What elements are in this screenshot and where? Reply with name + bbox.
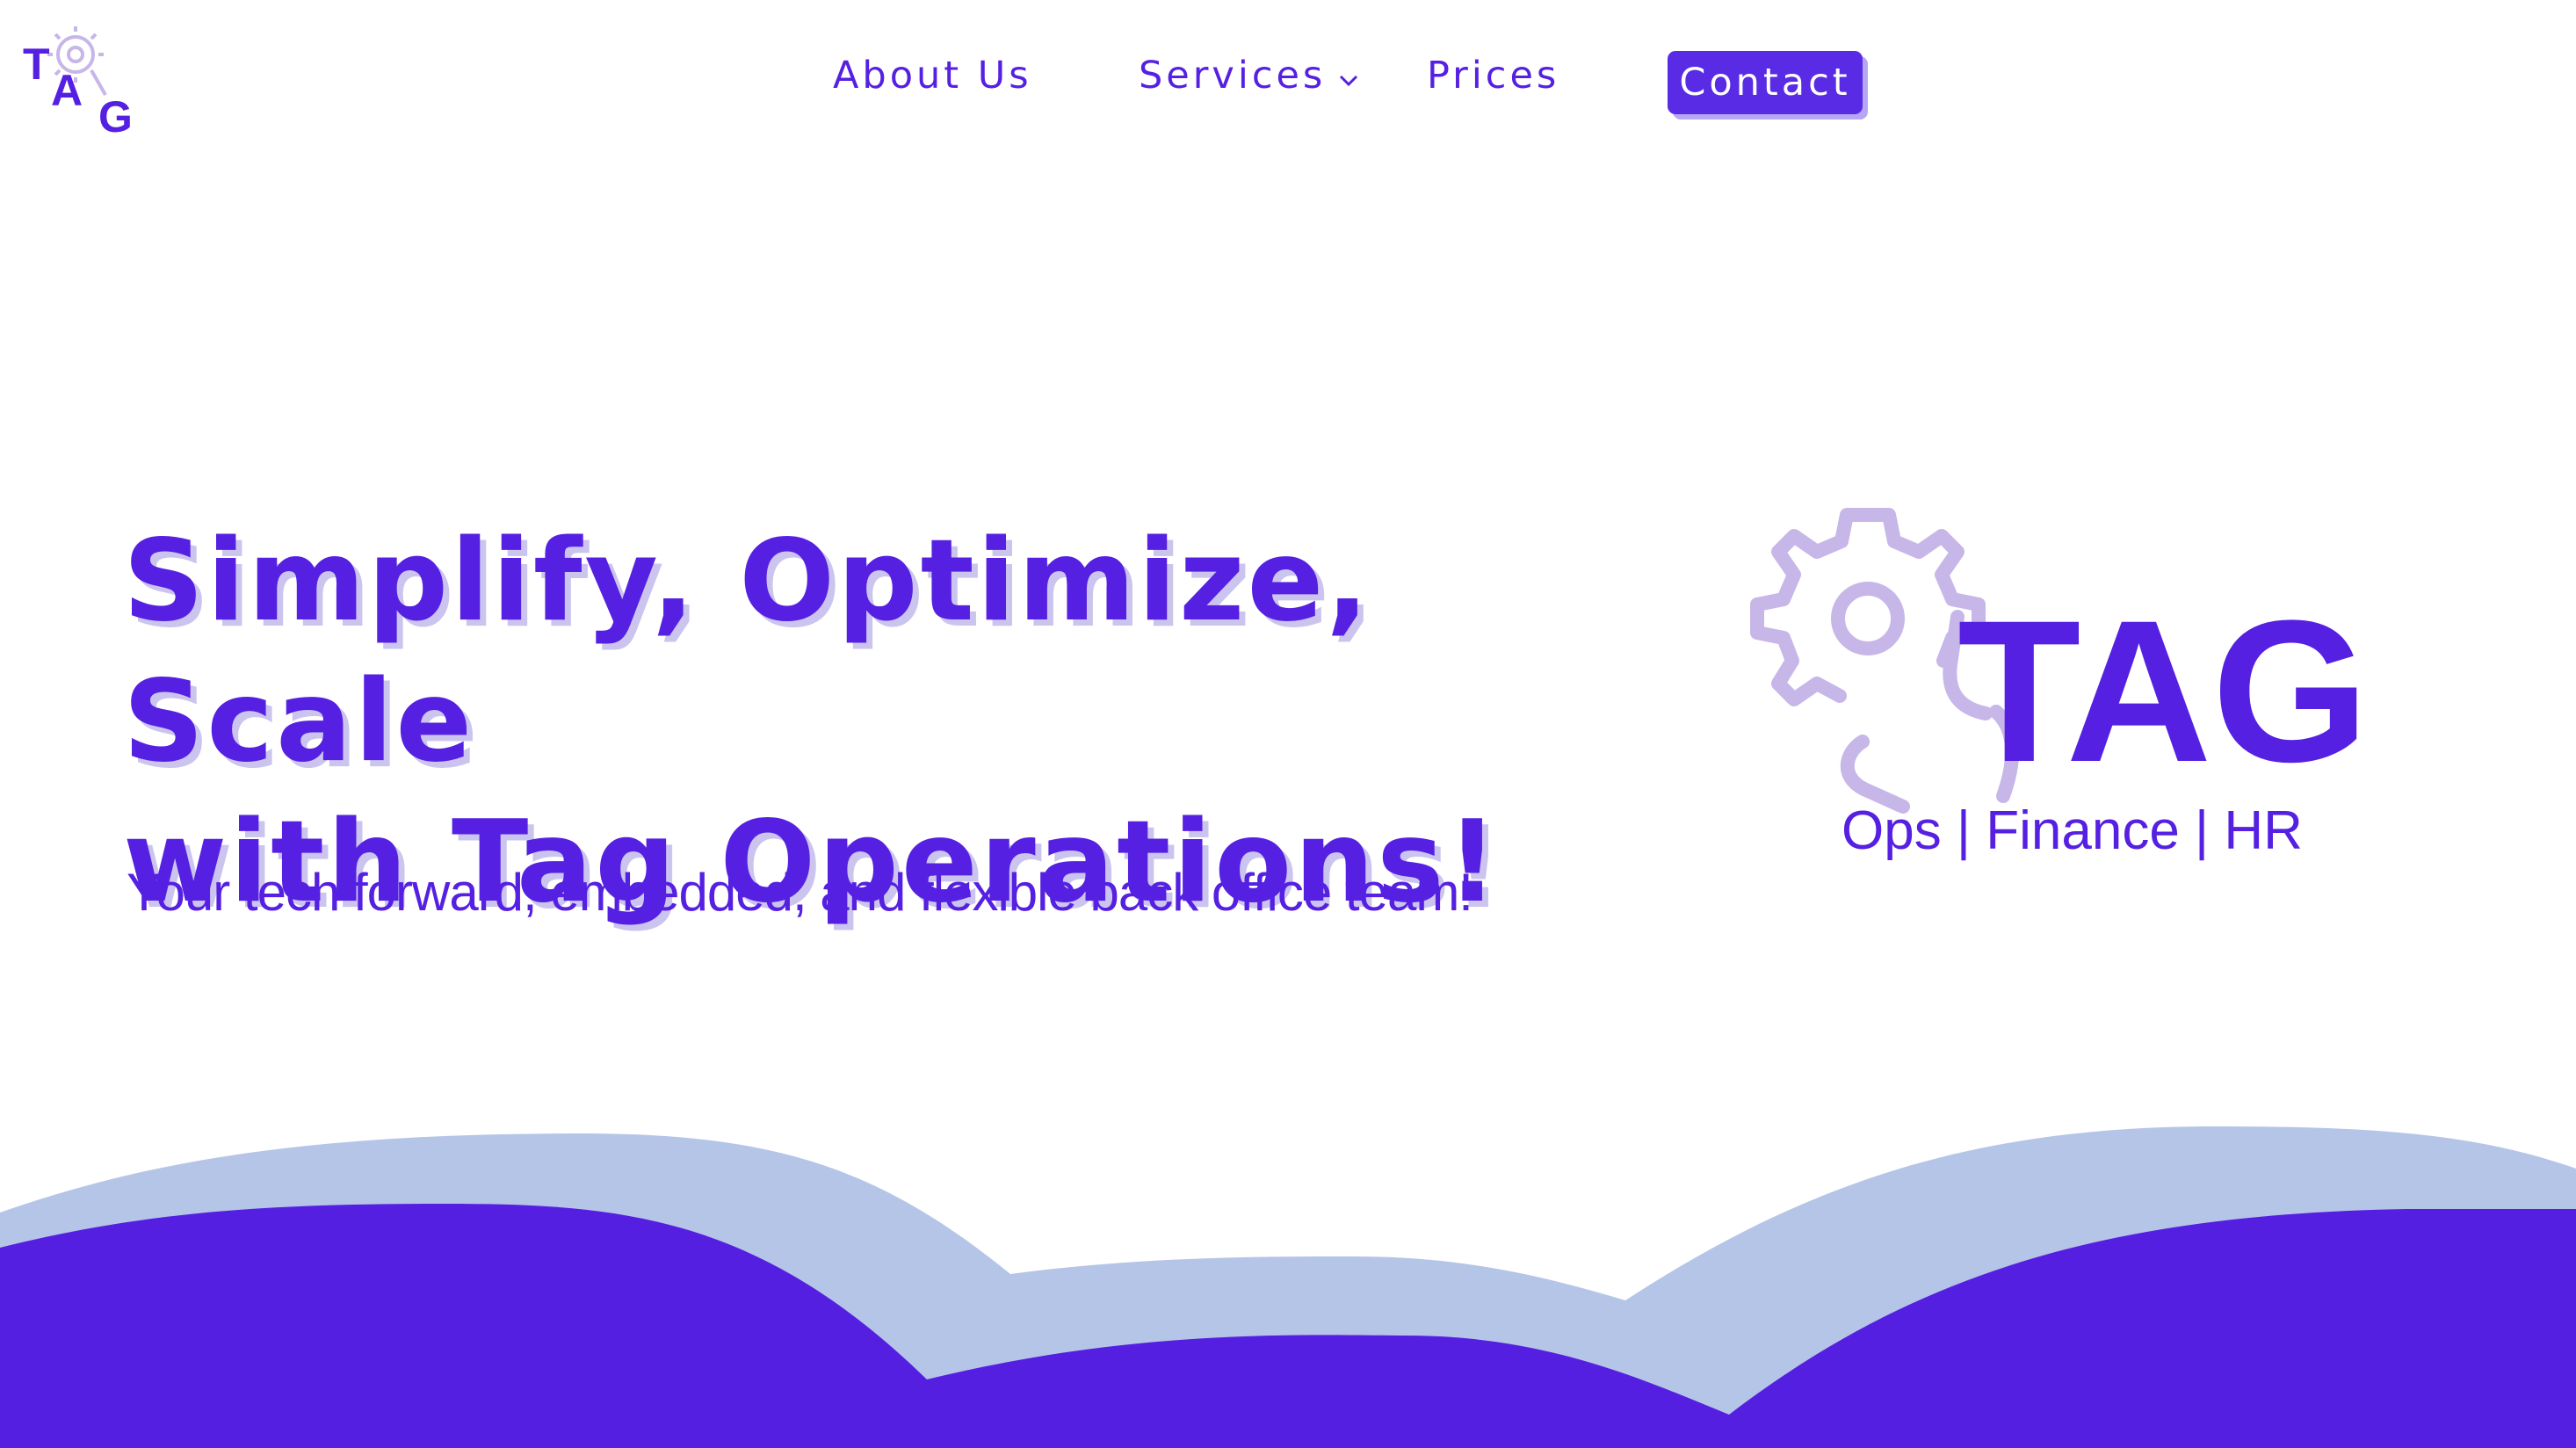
hero-logo: TAG Ops | Finance | HR <box>1740 489 2372 884</box>
nav-link-services[interactable]: Services <box>1139 40 1359 111</box>
chevron-down-icon[interactable] <box>1338 40 1359 111</box>
nav-link-services-label: Services <box>1139 54 1327 98</box>
decorative-waves <box>0 1107 2576 1448</box>
hero-logo-text: TAG <box>1957 578 2369 804</box>
main-nav: About Us Services Prices Contact <box>0 40 2576 119</box>
contact-button[interactable]: Contact <box>1668 51 1863 114</box>
nav-link-about-us[interactable]: About Us <box>833 40 1032 111</box>
nav-link-prices[interactable]: Prices <box>1427 40 1559 111</box>
hero-logo-tagline: Ops | Finance | HR <box>1842 800 2303 861</box>
hero-subtitle: Your tech forward, embedded, and flexibl… <box>127 863 1473 922</box>
hero-title-line-1: Simplify, Optimize, Scale <box>123 516 1371 787</box>
tag-logo-large: TAG Ops | Finance | HR <box>1750 508 2369 861</box>
